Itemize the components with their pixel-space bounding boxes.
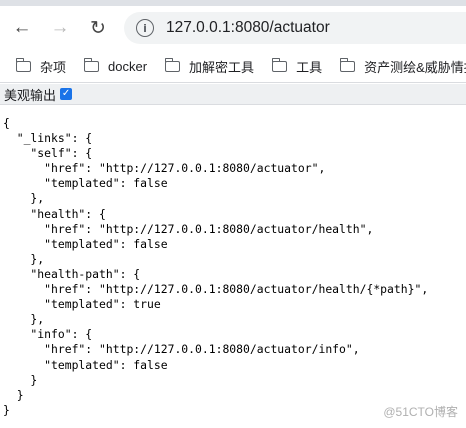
pretty-print-checkbox[interactable]: ✓ — [60, 88, 73, 100]
pretty-print-label: 美观输出 — [4, 87, 57, 103]
json-content: { "_links": { "self": { "href": "http://… — [3, 116, 429, 417]
forward-arrow-icon[interactable]: → — [44, 12, 76, 44]
bookmark-folder[interactable]: 加解密工具 — [164, 57, 255, 76]
reload-icon[interactable]: ↻ — [82, 12, 114, 44]
bookmark-label: 资产测绘&威胁情报 — [364, 59, 466, 75]
bookmark-folder[interactable]: docker — [83, 57, 148, 74]
watermark: @51CTO博客 — [383, 405, 458, 419]
folder-icon — [339, 57, 356, 72]
folder-icon — [15, 57, 31, 72]
bookmark-label: 杂项 — [40, 59, 67, 75]
folder-icon — [83, 57, 100, 72]
bookmark-label: 加解密工具 — [189, 59, 255, 75]
bookmark-folder[interactable]: 资产测绘&威胁情报 — [339, 57, 466, 76]
url-text[interactable]: 127.0.0.1:8080/actuator — [166, 19, 330, 37]
site-info-icon[interactable]: i — [136, 19, 154, 37]
folder-icon — [271, 57, 288, 72]
bookmark-label: 工具 — [296, 59, 323, 75]
back-arrow-icon[interactable]: ← — [6, 12, 38, 44]
browser-toolbar: ← → ↻ i 127.0.0.1:8080/actuator — [0, 6, 466, 50]
address-bar[interactable]: i 127.0.0.1:8080/actuator — [124, 12, 466, 44]
bookmark-label: docker — [108, 58, 148, 74]
bookmark-folder[interactable]: 杂项 — [15, 57, 67, 76]
folder-icon — [164, 57, 181, 72]
bookmarks-bar: 杂项 docker 加解密工具 工具 资产测绘&威胁情报 — [0, 50, 466, 83]
bookmark-folder[interactable]: 工具 — [271, 57, 323, 76]
pretty-print-bar: 美观输出 ✓ — [0, 84, 466, 105]
